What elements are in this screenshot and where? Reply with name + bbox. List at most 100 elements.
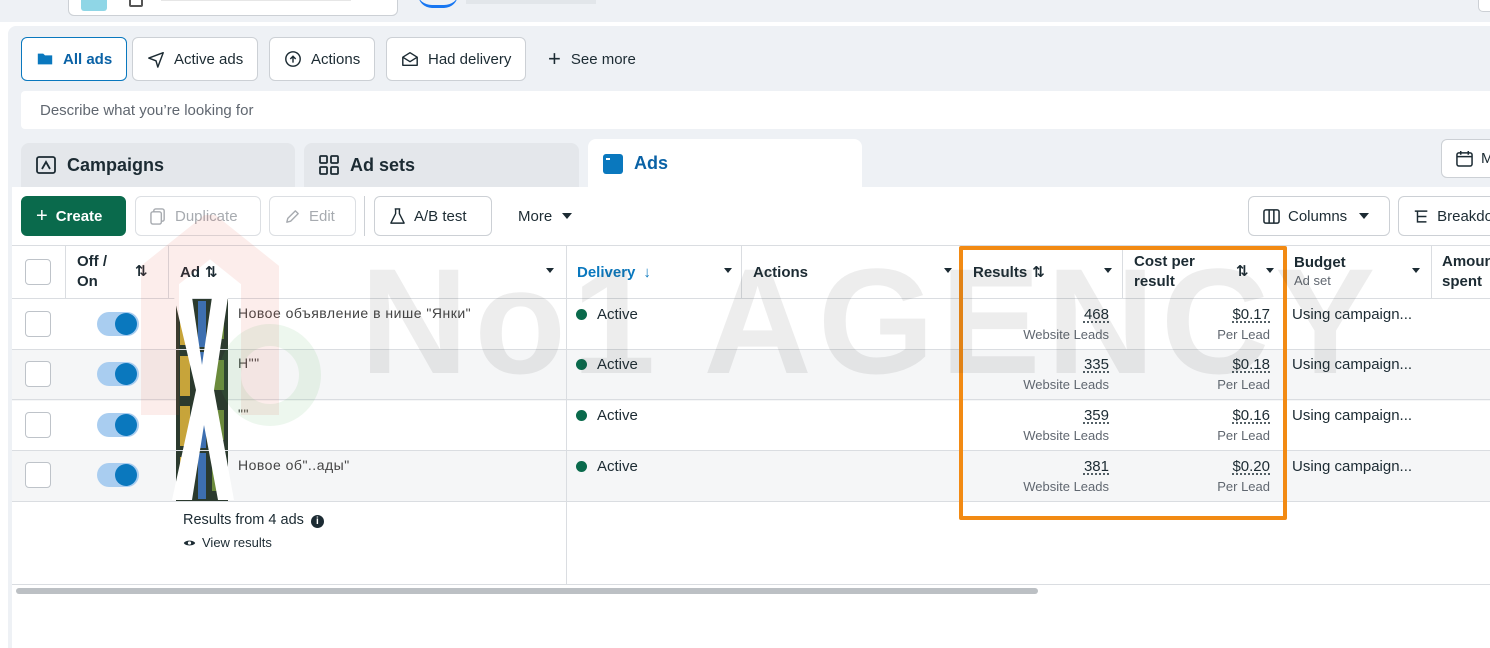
status-label: Active bbox=[597, 458, 638, 475]
row-checkbox[interactable] bbox=[25, 311, 51, 337]
ad-window-icon bbox=[603, 153, 623, 174]
ad-toggle[interactable] bbox=[97, 362, 139, 386]
view-results-link[interactable]: View results bbox=[183, 535, 272, 550]
tab-ads[interactable]: Ads bbox=[588, 139, 862, 188]
tab-thumbnail bbox=[81, 0, 107, 11]
envelope-open-icon bbox=[402, 51, 418, 67]
pencil-icon bbox=[286, 209, 299, 223]
tab-title-blurred bbox=[161, 0, 351, 1]
ab-test-label: A/B test bbox=[414, 207, 467, 225]
column-amount-label: Amount spent bbox=[1442, 253, 1490, 290]
arrow-up-circle-icon bbox=[285, 51, 301, 67]
search-bar[interactable] bbox=[21, 91, 1490, 129]
row-checkbox[interactable] bbox=[25, 462, 51, 488]
ad-toggle[interactable] bbox=[97, 312, 139, 336]
edit-button[interactable]: Edit bbox=[269, 196, 356, 236]
more-label: More bbox=[518, 207, 553, 225]
select-all-checkbox[interactable] bbox=[25, 259, 51, 285]
grid-icon bbox=[319, 155, 339, 175]
columns-label: Columns bbox=[1288, 207, 1348, 225]
budget-cell: Using campaign... bbox=[1292, 458, 1413, 475]
breakdown-dropdown[interactable]: Breakdo bbox=[1398, 196, 1490, 236]
opportunity-score-label bbox=[466, 0, 596, 4]
ab-test-button[interactable]: A/B test bbox=[374, 196, 492, 236]
filter-label: All ads bbox=[63, 50, 113, 68]
breakdown-icon bbox=[1414, 209, 1428, 223]
opportunity-score-icon bbox=[418, 0, 458, 8]
tab-label: Ads bbox=[634, 153, 669, 173]
top-right-button[interactable] bbox=[1478, 0, 1490, 12]
filter-label: Active ads bbox=[174, 50, 244, 68]
ad-toggle[interactable] bbox=[97, 463, 139, 487]
col-divider bbox=[168, 246, 169, 298]
see-more-label: See more bbox=[570, 50, 636, 68]
column-offon[interactable]: Off / On ⇅ bbox=[77, 246, 157, 298]
breakdown-label: Breakdo bbox=[1437, 207, 1490, 225]
briefcase-icon bbox=[129, 0, 143, 7]
create-label: Create bbox=[55, 207, 103, 225]
info-icon[interactable]: i bbox=[310, 515, 324, 528]
col-divider bbox=[1431, 246, 1432, 298]
budget-cell: Using campaign... bbox=[1292, 407, 1413, 424]
status-dot bbox=[576, 461, 587, 472]
view-results-label: View results bbox=[202, 535, 272, 550]
toolbar-divider bbox=[364, 196, 365, 236]
ad-name[interactable]: "" bbox=[238, 406, 249, 422]
duplicate-icon bbox=[150, 207, 165, 225]
caret-down-icon bbox=[1359, 213, 1370, 219]
browser-top-strip bbox=[0, 0, 1490, 22]
edit-label: Edit bbox=[309, 207, 335, 225]
columns-dropdown[interactable]: Columns bbox=[1248, 196, 1390, 236]
create-button[interactable]: + Create bbox=[21, 196, 126, 236]
col-divider bbox=[65, 246, 66, 298]
date-range-label: M bbox=[1481, 150, 1490, 167]
send-icon bbox=[148, 51, 164, 68]
status-label: Active bbox=[597, 407, 638, 424]
agency-watermark-text: No1 AGENCY bbox=[360, 237, 1382, 405]
plus-icon: + bbox=[36, 205, 48, 227]
filter-had-delivery[interactable]: Had delivery bbox=[386, 37, 527, 81]
top-tab-chip[interactable] bbox=[68, 0, 398, 16]
flask-icon bbox=[390, 207, 405, 224]
results-summary-text: Results from 4 ads bbox=[183, 512, 304, 528]
tab-label: Campaigns bbox=[67, 154, 165, 175]
column-offon-label: Off / On bbox=[77, 253, 107, 290]
caret-down-icon bbox=[562, 213, 573, 219]
plus-icon: + bbox=[548, 46, 561, 71]
column-ad-label: Ad bbox=[180, 263, 200, 281]
filter-actions[interactable]: Actions bbox=[269, 37, 376, 81]
horizontal-scrollbar[interactable] bbox=[16, 588, 1038, 594]
filter-all-ads[interactable]: All ads bbox=[21, 37, 128, 81]
row-checkbox[interactable] bbox=[25, 412, 51, 438]
delivery-status: Active bbox=[576, 458, 638, 475]
filter-label: Had delivery bbox=[428, 50, 512, 68]
redaction-mark bbox=[172, 297, 234, 500]
filter-active-ads[interactable]: Active ads bbox=[132, 37, 259, 81]
calendar-icon bbox=[1456, 150, 1473, 167]
search-input[interactable] bbox=[21, 91, 1490, 129]
see-more-button[interactable]: + See more bbox=[548, 37, 636, 81]
tab-label: Ad sets bbox=[350, 154, 416, 175]
ad-name[interactable]: Новое об"..ады" bbox=[238, 457, 350, 473]
tab-ad-sets[interactable]: Ad sets bbox=[304, 143, 579, 187]
column-amount-spent[interactable]: Amount spent bbox=[1442, 246, 1490, 298]
folder-icon bbox=[37, 53, 53, 65]
ad-name[interactable]: Н"" bbox=[238, 355, 260, 371]
duplicate-label: Duplicate bbox=[175, 207, 238, 225]
sort-icon: ⇅ bbox=[205, 264, 218, 281]
campaign-flag-icon bbox=[36, 156, 56, 174]
eye-icon bbox=[183, 540, 196, 545]
column-menu-caret[interactable] bbox=[1412, 268, 1420, 273]
delivery-status: Active bbox=[576, 407, 638, 424]
tab-campaigns[interactable]: Campaigns bbox=[21, 143, 295, 187]
scroll-track bbox=[12, 584, 1490, 585]
more-dropdown[interactable]: More bbox=[506, 196, 584, 236]
date-range-button[interactable]: M bbox=[1441, 139, 1490, 178]
status-dot bbox=[576, 410, 587, 421]
row-checkbox[interactable] bbox=[25, 361, 51, 387]
columns-icon bbox=[1263, 208, 1280, 224]
ad-toggle[interactable] bbox=[97, 413, 139, 437]
duplicate-button[interactable]: Duplicate bbox=[135, 196, 261, 236]
results-summary: Results from 4 ads i bbox=[183, 512, 324, 528]
filter-label: Actions bbox=[311, 50, 361, 68]
